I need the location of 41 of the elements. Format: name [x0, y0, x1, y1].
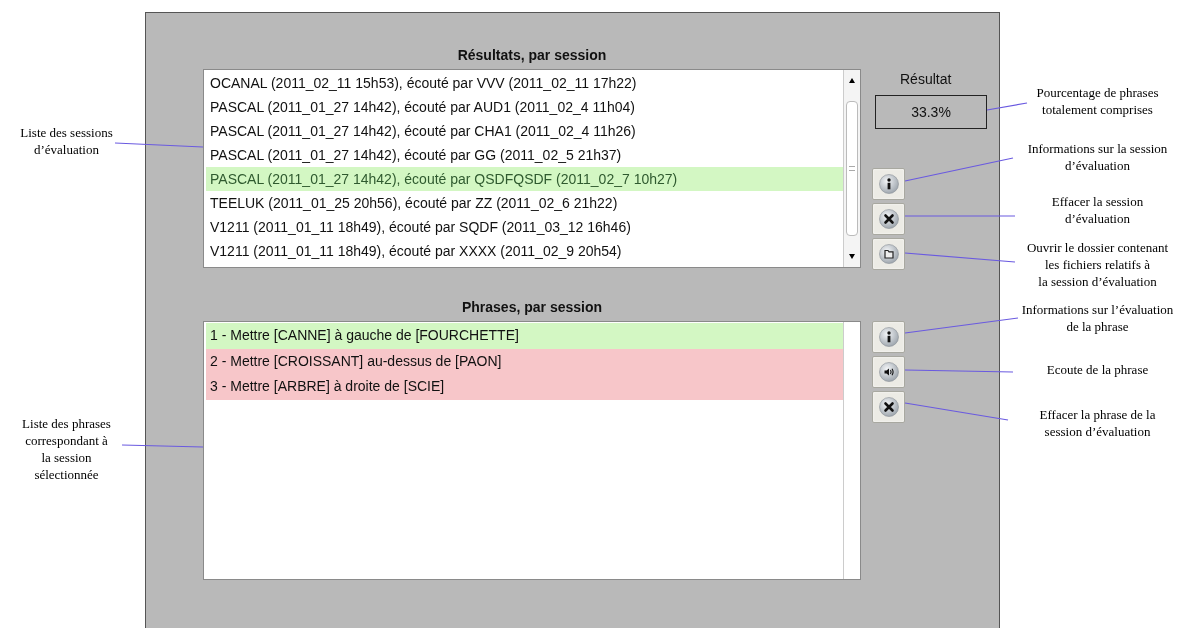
phrase-row[interactable]: 3 - Mettre [ARBRE] à droite de [SCIE]: [206, 374, 843, 400]
result-value: 33.3%: [875, 95, 987, 129]
phrase-row[interactable]: 1 - Mettre [CANNE] à gauche de [FOURCHETTE]: [206, 323, 843, 349]
session-row[interactable]: PASCAL (2011_01_27 14h42), écouté par GG (2011_02_5 21h37): [206, 143, 843, 167]
annotation-text: Ouvrir le dossier contenant les fichiers relatifs à la session d’évaluation: [1026, 239, 1169, 290]
session-row[interactable]: TEELUK (2011_01_25 20h56), écouté par ZZ (2011_02_6 21h22): [206, 191, 843, 215]
session-row[interactable]: PASCAL (2011_01_27 14h42), écouté par QSDFQSDF (2011_02_7 10h27): [206, 167, 843, 191]
scroll-thumb[interactable]: [846, 101, 858, 236]
section-title: Résultats, par session: [457, 46, 607, 65]
folder-icon: [878, 244, 899, 264]
section-title: Phrases, par session: [461, 298, 603, 317]
session-row[interactable]: V1211 (2011_01_11 18h49), écouté par XXXX (2011_02_9 20h54): [206, 239, 843, 263]
annotation-text: Informations sur la session d’évaluation: [1027, 140, 1168, 174]
speaker-icon: [878, 362, 899, 382]
result-label: Résultat: [900, 70, 953, 88]
annotation-text: Pourcentage de phrases totalement comprises: [1036, 84, 1159, 118]
close-icon: [878, 209, 899, 229]
delete-button[interactable]: [872, 391, 905, 423]
annotation-text: Liste des sessions d’évaluation: [20, 124, 113, 158]
annotation-text: Effacer la phrase de la session d’évaluation: [1039, 406, 1156, 440]
info-button[interactable]: [872, 321, 905, 353]
session-row[interactable]: PASCAL (2011_01_27 14h42), écouté par CHA1 (2011_02_4 11h26): [206, 119, 843, 143]
session-row[interactable]: OCANAL (2011_02_11 15h53), écouté par VVV (2011_02_11 17h22): [206, 71, 843, 95]
session-row[interactable]: V1211 (2011_01_11 18h49), écouté par SQDF (2011_03_12 16h46): [206, 215, 843, 239]
annotation-text: Liste des phrases correspondant à la session sélectionnée: [22, 415, 111, 483]
annotation-text: Effacer la session d’évaluation: [1051, 193, 1144, 227]
leader-line: [986, 102, 1028, 111]
session-row[interactable]: PASCAL (2011_01_27 14h42), écouté par AUD1 (2011_02_4 11h04): [206, 95, 843, 119]
scrollbar[interactable]: [843, 70, 860, 267]
info-icon: [878, 327, 899, 347]
play-button[interactable]: [872, 356, 905, 388]
delete-button[interactable]: [872, 203, 905, 235]
annotation-text: Informations sur l’évaluation de la phrase: [1021, 301, 1174, 335]
scroll-down-icon: [849, 254, 855, 259]
info-icon: [878, 174, 899, 194]
info-button[interactable]: [872, 168, 905, 200]
phrase-row[interactable]: 2 - Mettre [CROISSANT] au-dessus de [PAON]: [206, 348, 843, 374]
scroll-up-icon: [849, 78, 855, 83]
close-icon: [878, 397, 899, 417]
open-folder-button[interactable]: [872, 238, 905, 270]
annotation-text: Ecoute de la phrase: [1046, 361, 1149, 378]
